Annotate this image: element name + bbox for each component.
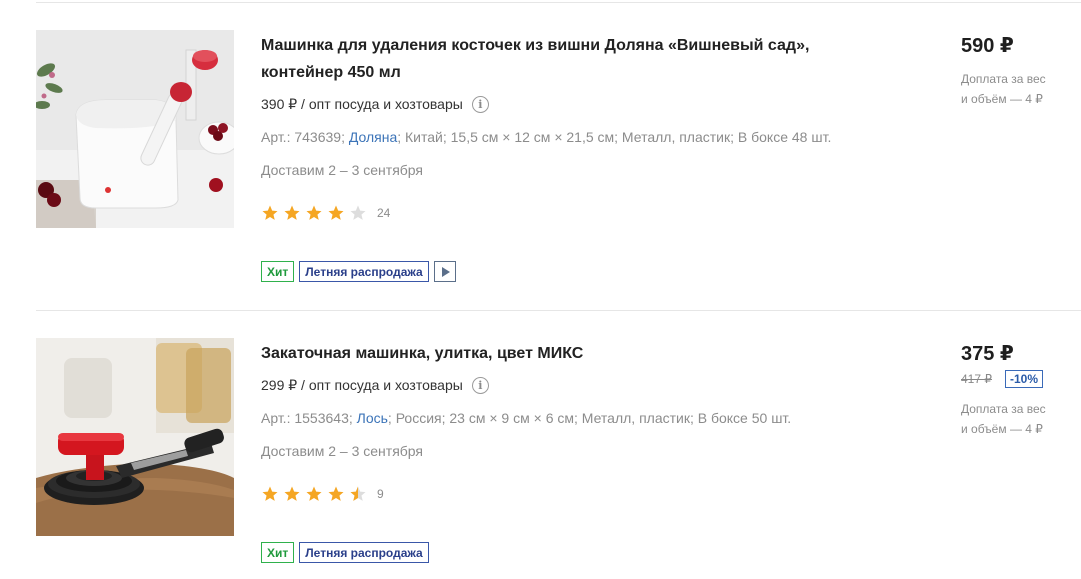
- price-block: 590 ₽ Доплата за вес и объём — 4 ₽: [961, 33, 1076, 109]
- rating[interactable]: 24: [261, 204, 390, 222]
- video-button[interactable]: [433, 261, 456, 282]
- product-image[interactable]: [36, 338, 234, 536]
- badges: Хит Летняя распродажа: [261, 542, 429, 563]
- star-icon: [262, 205, 278, 220]
- specs-article: Арт.: 743639;: [261, 129, 349, 145]
- star-icon: [328, 486, 344, 501]
- specs-details: ; Китай; 15,5 см × 12 см × 21,5 см; Мета…: [397, 129, 832, 145]
- cherry-pitter-image: [36, 30, 234, 228]
- brand-link[interactable]: Лось: [357, 410, 388, 426]
- product-title[interactable]: Машинка для удаления косточек из вишни Д…: [261, 32, 861, 86]
- star-icon: [262, 486, 278, 501]
- product-specs: Арт.: 743639; Доляна; Китай; 15,5 см × 1…: [261, 129, 831, 145]
- surcharge-line-2: и объём — 4 ₽: [961, 422, 1043, 436]
- surcharge-line-2: и объём — 4 ₽: [961, 92, 1043, 106]
- star-empty-icon: [350, 205, 366, 220]
- wholesale-price-text: 299 ₽ / опт посуда и хозтовары: [261, 377, 463, 393]
- badge-hit: Хит: [261, 261, 295, 282]
- delivery-date: Доставим 2 – 3 сентября: [261, 443, 424, 459]
- badges: Хит Летняя распродажа: [261, 261, 456, 282]
- wholesale-price: 299 ₽ / опт посуда и хозтовары i: [261, 377, 489, 394]
- divider: [36, 310, 1081, 311]
- old-price: 417 ₽: [961, 372, 992, 386]
- star-icon: [328, 205, 344, 220]
- info-icon[interactable]: i: [471, 96, 489, 113]
- price: 590 ₽: [961, 35, 1014, 57]
- product-specs: Арт.: 1553643; Лось; Россия; 23 см × 9 с…: [261, 410, 791, 426]
- play-icon: [441, 266, 450, 277]
- product-title-link[interactable]: Закаточная машинка, улитка, цвет МИКС: [261, 345, 583, 362]
- badge-summer-sale[interactable]: Летняя распродажа: [299, 542, 429, 563]
- info-icon[interactable]: i: [471, 377, 489, 394]
- product-image[interactable]: [36, 30, 234, 228]
- price: 375 ₽: [961, 343, 1014, 365]
- wholesale-price-text: 390 ₽ / опт посуда и хозтовары: [261, 96, 463, 112]
- old-price-row: 417 ₽ -10%: [961, 370, 1076, 388]
- can-seamer-image: [36, 338, 234, 536]
- surcharge-line-1: Доплата за вес: [961, 72, 1046, 86]
- star-half-icon: [350, 486, 366, 501]
- review-count[interactable]: 9: [377, 487, 384, 501]
- rating[interactable]: 9: [261, 485, 384, 503]
- review-count[interactable]: 24: [377, 206, 390, 220]
- badge-hit: Хит: [261, 542, 295, 563]
- wholesale-price: 390 ₽ / опт посуда и хозтовары i: [261, 96, 489, 113]
- product-title-link[interactable]: Машинка для удаления косточек из вишни Д…: [261, 37, 809, 81]
- star-icon: [284, 486, 300, 501]
- specs-details: ; Россия; 23 см × 9 см × 6 см; Металл, п…: [387, 410, 792, 426]
- star-icon: [306, 486, 322, 501]
- surcharge-line-1: Доплата за вес: [961, 402, 1046, 416]
- divider: [36, 2, 1081, 3]
- delivery-date: Доставим 2 – 3 сентября: [261, 162, 424, 178]
- discount-badge: -10%: [1005, 370, 1044, 388]
- product-title[interactable]: Закаточная машинка, улитка, цвет МИКС: [261, 340, 861, 367]
- star-icon: [306, 205, 322, 220]
- price-block: 375 ₽ 417 ₽ -10% Доплата за вес и объём …: [961, 341, 1076, 439]
- badge-summer-sale[interactable]: Летняя распродажа: [299, 261, 429, 282]
- specs-article: Арт.: 1553643;: [261, 410, 357, 426]
- brand-link[interactable]: Доляна: [349, 129, 397, 145]
- star-icon: [284, 205, 300, 220]
- product-list: Машинка для удаления косточек из вишни Д…: [0, 0, 1081, 579]
